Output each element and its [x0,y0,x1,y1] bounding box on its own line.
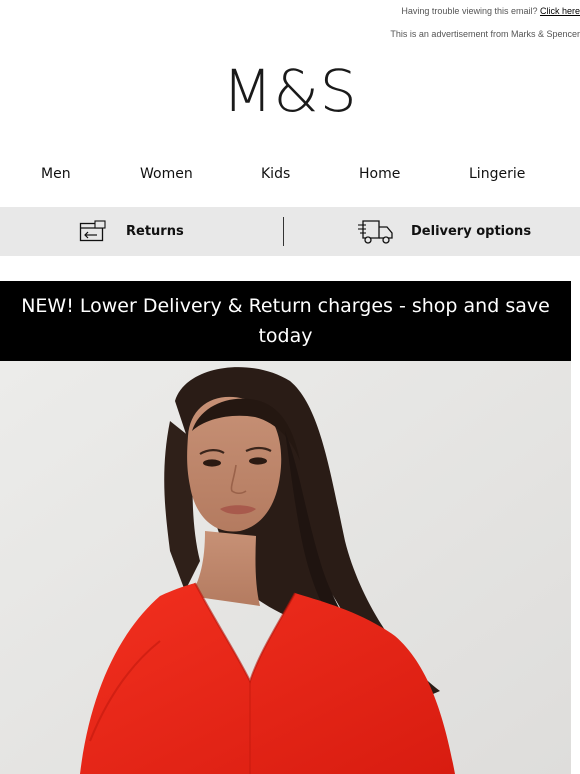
hero-image[interactable] [0,361,571,774]
preheader-trouble-row: Having trouble viewing this email? Click… [0,6,580,17]
nav-item-lingerie[interactable]: Lingerie [469,164,525,184]
promo-banner-text: NEW! Lower Delivery & Return charges - s… [21,295,550,347]
nav-item-men[interactable]: Men [41,164,71,184]
returns-button[interactable]: Returns [79,207,184,256]
service-bar-divider [283,217,284,246]
hero-illustration [0,361,571,774]
promo-banner[interactable]: NEW! Lower Delivery & Return charges - s… [0,281,571,361]
delivery-options-button[interactable]: Delivery options [357,207,531,256]
service-bar: Returns Delivery options [0,207,580,256]
nav-item-home[interactable]: Home [359,164,400,184]
main-nav: Men Women Kids Home Lingerie [0,164,580,186]
returns-card-icon [79,219,107,244]
preheader: Having trouble viewing this email? Click… [0,6,580,40]
ms-logo[interactable]: M&S [0,58,580,124]
delivery-options-label: Delivery options [411,224,532,239]
view-in-browser-link[interactable]: Click here [540,6,580,16]
nav-item-women[interactable]: Women [140,164,193,184]
returns-label: Returns [126,224,184,239]
nav-item-kids[interactable]: Kids [261,164,290,184]
preheader-ad-text: This is an advertisement from Marks & Sp… [390,29,580,39]
preheader-trouble-text: Having trouble viewing this email? [401,6,540,16]
delivery-truck-icon [357,218,395,246]
